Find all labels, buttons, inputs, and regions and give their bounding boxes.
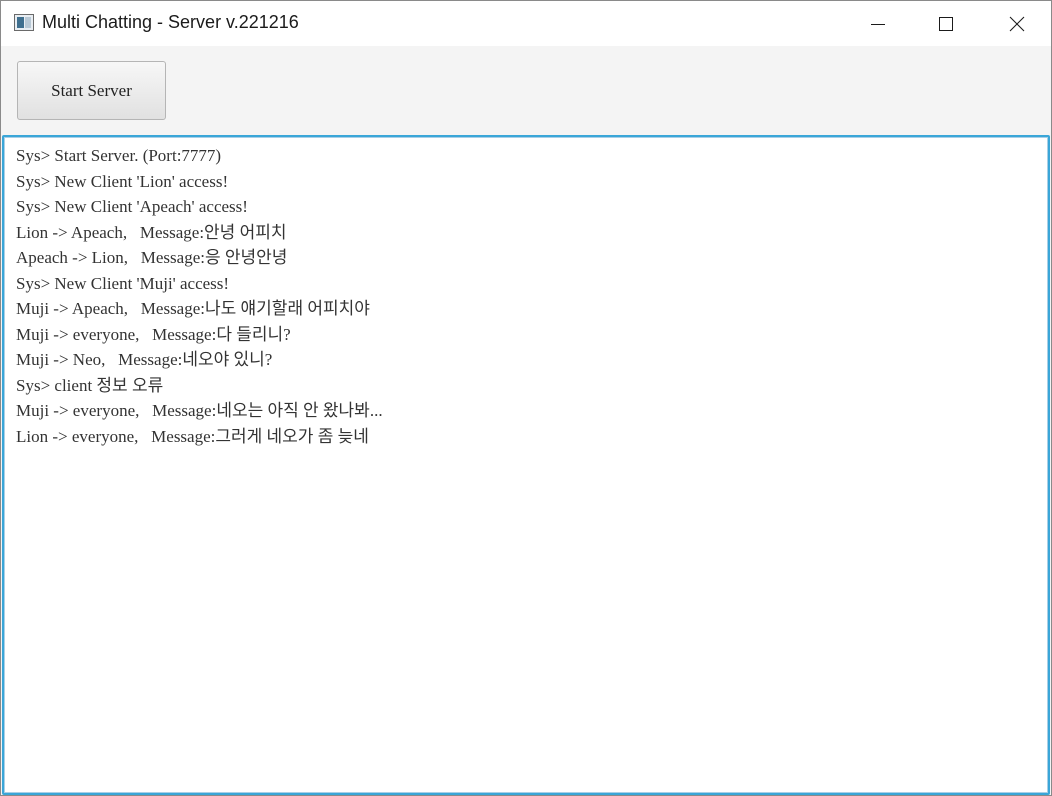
log-line: Sys> New Client 'Lion' access!: [16, 171, 229, 191]
log-line: Sys> New Client 'Muji' access!: [16, 273, 230, 293]
minimize-icon: [871, 23, 885, 25]
log-line: Sys> Start Server. (Port:7777): [16, 146, 222, 165]
log-line: Lion -> Apeach, Message:안녕 어피치: [16, 222, 287, 242]
toolbar: Start Server: [1, 46, 1051, 136]
app-window: Multi Chatting - Server v.221216 Start S…: [0, 0, 1052, 796]
log-line: Sys> New Client 'Apeach' access!: [16, 197, 248, 216]
log-line: Lion -> everyone, Message:그러게 네오가 좀 늦네: [16, 426, 369, 446]
log-line: Muji -> Neo, Message:네오야 있니?: [16, 350, 273, 369]
minimize-button[interactable]: [855, 1, 901, 46]
close-icon: [1009, 16, 1025, 31]
window-title: Multi Chatting - Server v.221216: [42, 12, 299, 32]
title-bar[interactable]: Multi Chatting - Server v.221216: [1, 1, 1051, 46]
log-line: Muji -> everyone, Message:다 들리니?: [16, 324, 291, 344]
log-line: Muji -> everyone, Message:네오는 아직 안 왔나봐..…: [16, 401, 383, 420]
maximize-button[interactable]: [923, 1, 969, 46]
maximize-icon: [939, 16, 953, 31]
app-window-icon: [14, 14, 34, 31]
close-button[interactable]: [994, 1, 1040, 46]
log-line: Muji -> Apeach, Message:나도 얘기할래 어피치야: [16, 299, 370, 318]
log-lines: Sys> Start Server. (Port:7777) Sys> New …: [16, 143, 383, 449]
log-line: Sys> client 정보 오류: [16, 375, 164, 395]
start-server-button[interactable]: Start Server: [17, 61, 166, 120]
log-line: Apeach -> Lion, Message:응 안녕안녕: [16, 248, 288, 267]
server-log-textarea[interactable]: Sys> Start Server. (Port:7777) Sys> New …: [2, 135, 1050, 795]
